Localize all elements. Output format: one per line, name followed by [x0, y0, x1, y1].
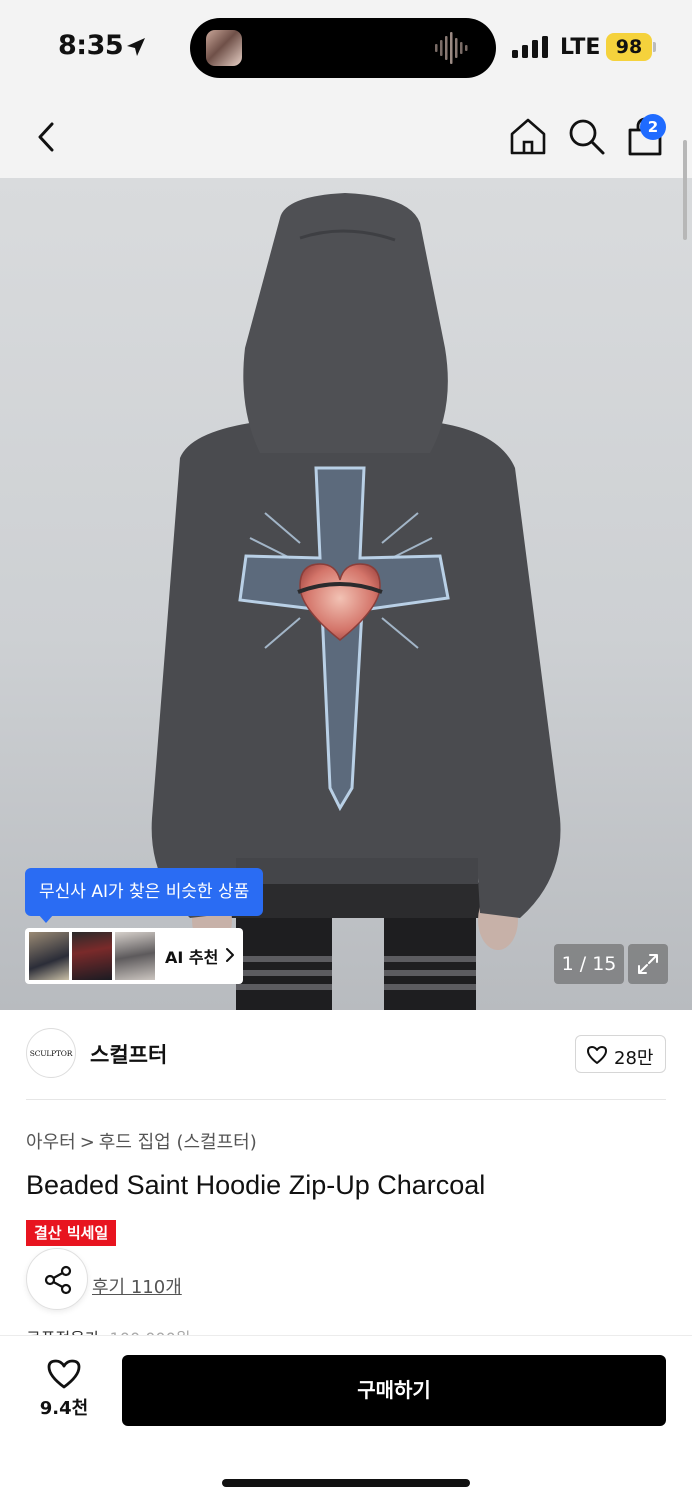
breadcrumb-separator: >	[79, 1132, 95, 1153]
cellular-signal-icon	[512, 36, 548, 58]
scroll-indicator	[683, 140, 687, 240]
breadcrumb: 아우터 > 후드 집업 (스컬프터)	[26, 1128, 257, 1154]
ai-recommend-chip[interactable]: AI 추천	[25, 928, 243, 984]
buy-button[interactable]: 구매하기	[122, 1355, 666, 1426]
status-time: 8:35	[58, 30, 124, 61]
status-bar: 8:35 LTE 98	[0, 0, 692, 96]
cart-count-badge: 2	[640, 114, 666, 140]
chevron-left-icon[interactable]	[30, 118, 66, 156]
brand-like-count: 28만	[614, 1048, 654, 1069]
home-icon[interactable]	[508, 116, 548, 156]
share-icon	[44, 1265, 72, 1295]
ai-bubble-tail	[38, 914, 54, 923]
search-icon[interactable]	[566, 116, 606, 156]
ai-similar-products-bubble[interactable]: 무신사 AI가 찾은 비슷한 상품	[25, 868, 264, 916]
audio-waveform-icon	[435, 32, 468, 64]
expand-image-button[interactable]	[628, 944, 668, 984]
similar-product-thumbnail[interactable]	[72, 932, 112, 980]
chevron-right-icon	[226, 948, 234, 962]
similar-product-thumbnail[interactable]	[115, 932, 155, 980]
brand-logo[interactable]: SCULPTOR	[26, 1028, 76, 1078]
breadcrumb-item-category[interactable]: 아우터	[26, 1132, 76, 1153]
heart-icon	[587, 1046, 607, 1064]
location-arrow-icon	[127, 38, 145, 56]
ai-recommend-label: AI 추천	[165, 948, 219, 967]
sale-badge: 결산 빅세일	[26, 1220, 117, 1246]
review-link[interactable]: 후기 110개	[92, 1273, 182, 1299]
expand-icon	[638, 954, 658, 974]
product-title: Beaded Saint Hoodie Zip-Up Charcoal	[26, 1170, 486, 1200]
breadcrumb-item-subcategory[interactable]: 후드 집업 (스컬프터)	[99, 1132, 257, 1153]
brand-like-button[interactable]: 28만	[575, 1035, 666, 1073]
share-button[interactable]	[26, 1248, 88, 1310]
now-playing-thumbnail	[206, 30, 242, 66]
brand-name[interactable]: 스컬프터	[90, 1039, 167, 1069]
heart-icon[interactable]	[46, 1358, 82, 1390]
battery-level: 98	[606, 33, 652, 61]
similar-product-thumbnail[interactable]	[29, 932, 69, 980]
wishlist-count: 9.4천	[39, 1398, 89, 1419]
battery-cap	[653, 42, 656, 52]
top-nav-bar	[0, 96, 692, 178]
bottom-action-bar: 9.4천 구매하기	[0, 1335, 692, 1500]
dynamic-island	[190, 18, 496, 78]
image-page-counter: 1 / 15	[554, 944, 624, 984]
home-indicator	[222, 1479, 470, 1487]
network-type: LTE	[560, 35, 601, 60]
divider	[26, 1099, 666, 1100]
